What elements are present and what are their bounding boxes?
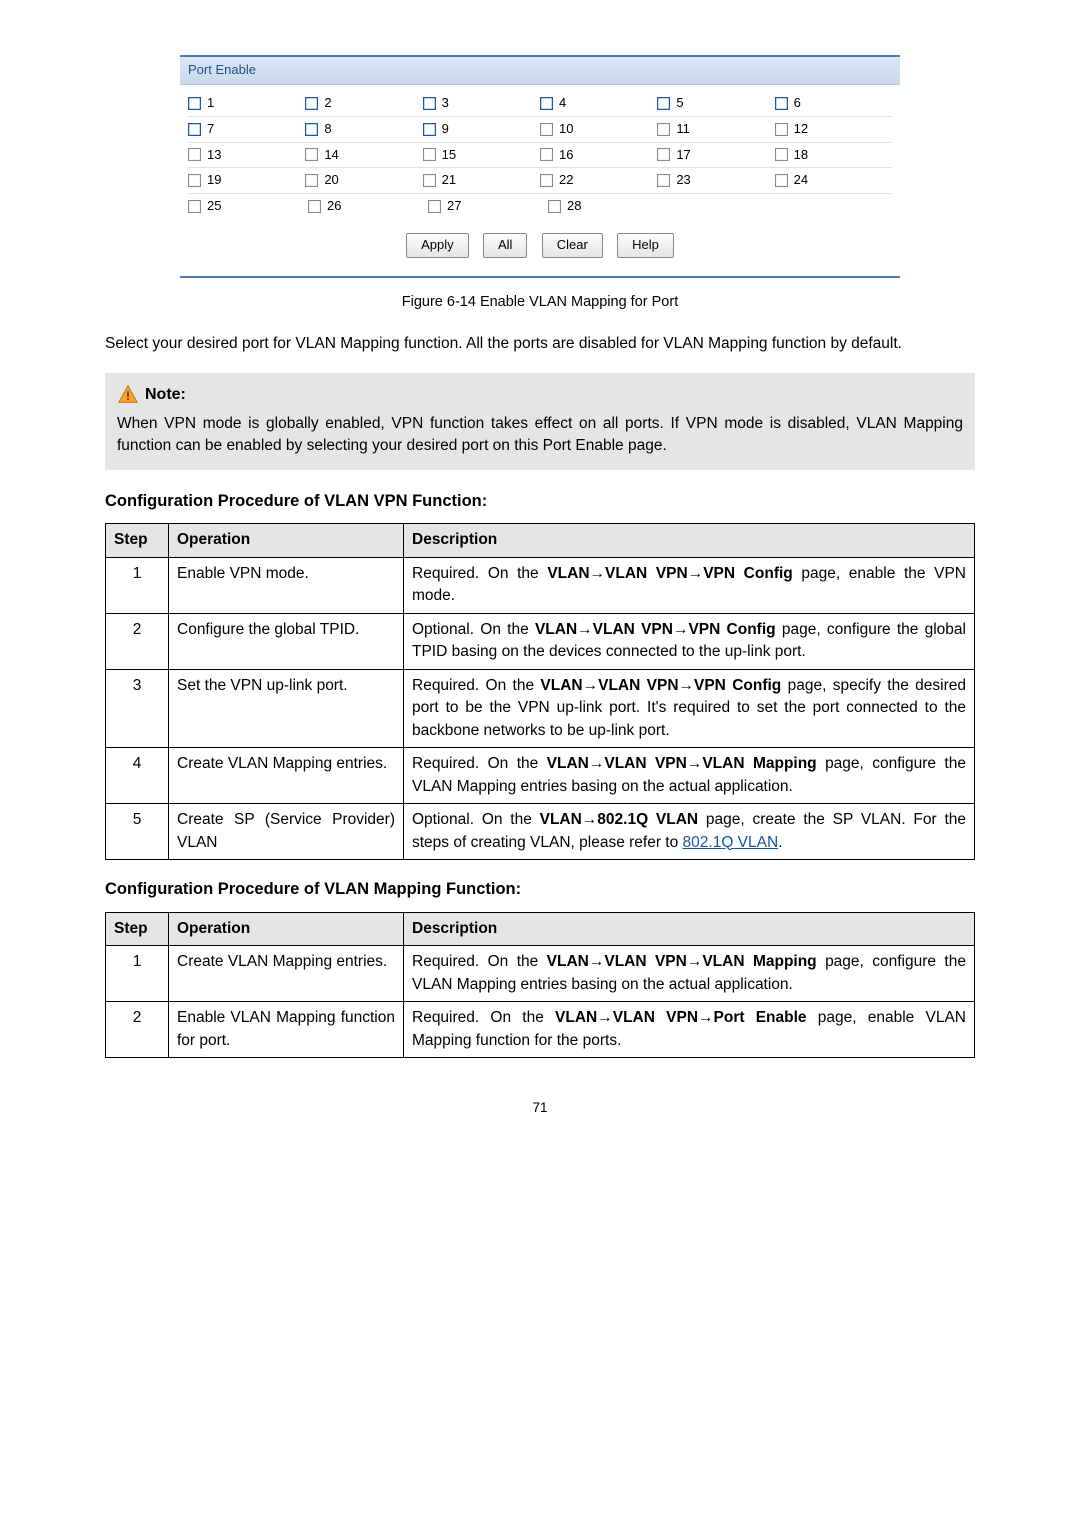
note-label: Note: — [145, 383, 186, 406]
intro-text: Select your desired port for VLAN Mappin… — [105, 333, 975, 355]
port-checkbox-5[interactable]: 5 — [657, 91, 774, 116]
table-row: 2Configure the global TPID.Optional. On … — [106, 613, 975, 669]
table-row: 1Create VLAN Mapping entries.Required. O… — [106, 946, 975, 1002]
port-checkbox-23[interactable]: 23 — [657, 168, 774, 193]
operation-cell: Set the VPN up-link port. — [169, 669, 404, 747]
port-checkbox-16[interactable]: 16 — [540, 143, 657, 168]
port-checkbox-13[interactable]: 13 — [188, 143, 305, 168]
description-cell: Required. On the VLAN→VLAN VPN→VPN Confi… — [404, 669, 975, 747]
note-box: Note: When VPN mode is globally enabled,… — [105, 373, 975, 469]
port-checkbox-18[interactable]: 18 — [775, 143, 892, 168]
procedure-table-1: Step Operation Description 1Enable VPN m… — [105, 523, 975, 860]
port-checkbox-24[interactable]: 24 — [775, 168, 892, 193]
port-grid: 1234567891011121314151617181920212223242… — [180, 85, 900, 219]
port-checkbox-11[interactable]: 11 — [657, 117, 774, 142]
port-checkbox-17[interactable]: 17 — [657, 143, 774, 168]
description-cell: Optional. On the VLAN→802.1Q VLAN page, … — [404, 804, 975, 860]
warning-icon — [117, 384, 139, 406]
step-cell: 2 — [106, 1002, 169, 1058]
operation-cell: Configure the global TPID. — [169, 613, 404, 669]
apply-button[interactable]: Apply — [406, 233, 469, 258]
note-heading: Note: — [117, 383, 963, 406]
panel-header: Port Enable — [180, 57, 900, 85]
description-cell: Required. On the VLAN→VLAN VPN→Port Enab… — [404, 1002, 975, 1058]
port-checkbox-21[interactable]: 21 — [423, 168, 540, 193]
description-cell: Required. On the VLAN→VLAN VPN→VPN Confi… — [404, 557, 975, 613]
port-checkbox-27[interactable]: 27 — [428, 194, 548, 219]
col-desc: Description — [404, 524, 975, 557]
page-number: 71 — [105, 1098, 975, 1118]
port-checkbox-9[interactable]: 9 — [423, 117, 540, 142]
col-step: Step — [106, 912, 169, 945]
port-checkbox-2[interactable]: 2 — [305, 91, 422, 116]
port-checkbox-20[interactable]: 20 — [305, 168, 422, 193]
panel-button-row: Apply All Clear Help — [180, 219, 900, 276]
operation-cell: Enable VLAN Mapping function for port. — [169, 1002, 404, 1058]
clear-button[interactable]: Clear — [542, 233, 603, 258]
step-cell: 4 — [106, 748, 169, 804]
port-checkbox-8[interactable]: 8 — [305, 117, 422, 142]
operation-cell: Create VLAN Mapping entries. — [169, 748, 404, 804]
operation-cell: Enable VPN mode. — [169, 557, 404, 613]
table-row: 3Set the VPN up-link port.Required. On t… — [106, 669, 975, 747]
step-cell: 2 — [106, 613, 169, 669]
operation-cell: Create SP (Service Provider) VLAN — [169, 804, 404, 860]
port-checkbox-1[interactable]: 1 — [188, 91, 305, 116]
col-operation: Operation — [169, 524, 404, 557]
port-checkbox-26[interactable]: 26 — [308, 194, 428, 219]
port-checkbox-10[interactable]: 10 — [540, 117, 657, 142]
table-row: 5Create SP (Service Provider) VLANOption… — [106, 804, 975, 860]
port-enable-panel: Port Enable 1234567891011121314151617181… — [180, 55, 900, 278]
step-cell: 3 — [106, 669, 169, 747]
note-text: When VPN mode is globally enabled, VPN f… — [117, 413, 963, 458]
port-checkbox-28[interactable]: 28 — [548, 194, 668, 219]
table-row: 4Create VLAN Mapping entries.Required. O… — [106, 748, 975, 804]
table-row: 1Enable VPN mode.Required. On the VLAN→V… — [106, 557, 975, 613]
port-checkbox-12[interactable]: 12 — [775, 117, 892, 142]
port-checkbox-4[interactable]: 4 — [540, 91, 657, 116]
step-cell: 5 — [106, 804, 169, 860]
help-button[interactable]: Help — [617, 233, 674, 258]
description-cell: Required. On the VLAN→VLAN VPN→VLAN Mapp… — [404, 748, 975, 804]
port-checkbox-19[interactable]: 19 — [188, 168, 305, 193]
step-cell: 1 — [106, 946, 169, 1002]
port-checkbox-25[interactable]: 25 — [188, 194, 308, 219]
port-checkbox-6[interactable]: 6 — [775, 91, 892, 116]
section1-title: Configuration Procedure of VLAN VPN Func… — [105, 490, 975, 514]
description-cell: Optional. On the VLAN→VLAN VPN→VPN Confi… — [404, 613, 975, 669]
col-operation: Operation — [169, 912, 404, 945]
port-checkbox-15[interactable]: 15 — [423, 143, 540, 168]
section2-title: Configuration Procedure of VLAN Mapping … — [105, 878, 975, 902]
port-checkbox-14[interactable]: 14 — [305, 143, 422, 168]
step-cell: 1 — [106, 557, 169, 613]
procedure-table-2: Step Operation Description 1Create VLAN … — [105, 912, 975, 1058]
link[interactable]: 802.1Q VLAN — [683, 834, 779, 851]
port-checkbox-3[interactable]: 3 — [423, 91, 540, 116]
port-checkbox-7[interactable]: 7 — [188, 117, 305, 142]
all-button[interactable]: All — [483, 233, 527, 258]
col-step: Step — [106, 524, 169, 557]
figure-caption: Figure 6-14 Enable VLAN Mapping for Port — [105, 292, 975, 313]
description-cell: Required. On the VLAN→VLAN VPN→VLAN Mapp… — [404, 946, 975, 1002]
table-row: 2Enable VLAN Mapping function for port.R… — [106, 1002, 975, 1058]
operation-cell: Create VLAN Mapping entries. — [169, 946, 404, 1002]
port-checkbox-22[interactable]: 22 — [540, 168, 657, 193]
col-desc: Description — [404, 912, 975, 945]
